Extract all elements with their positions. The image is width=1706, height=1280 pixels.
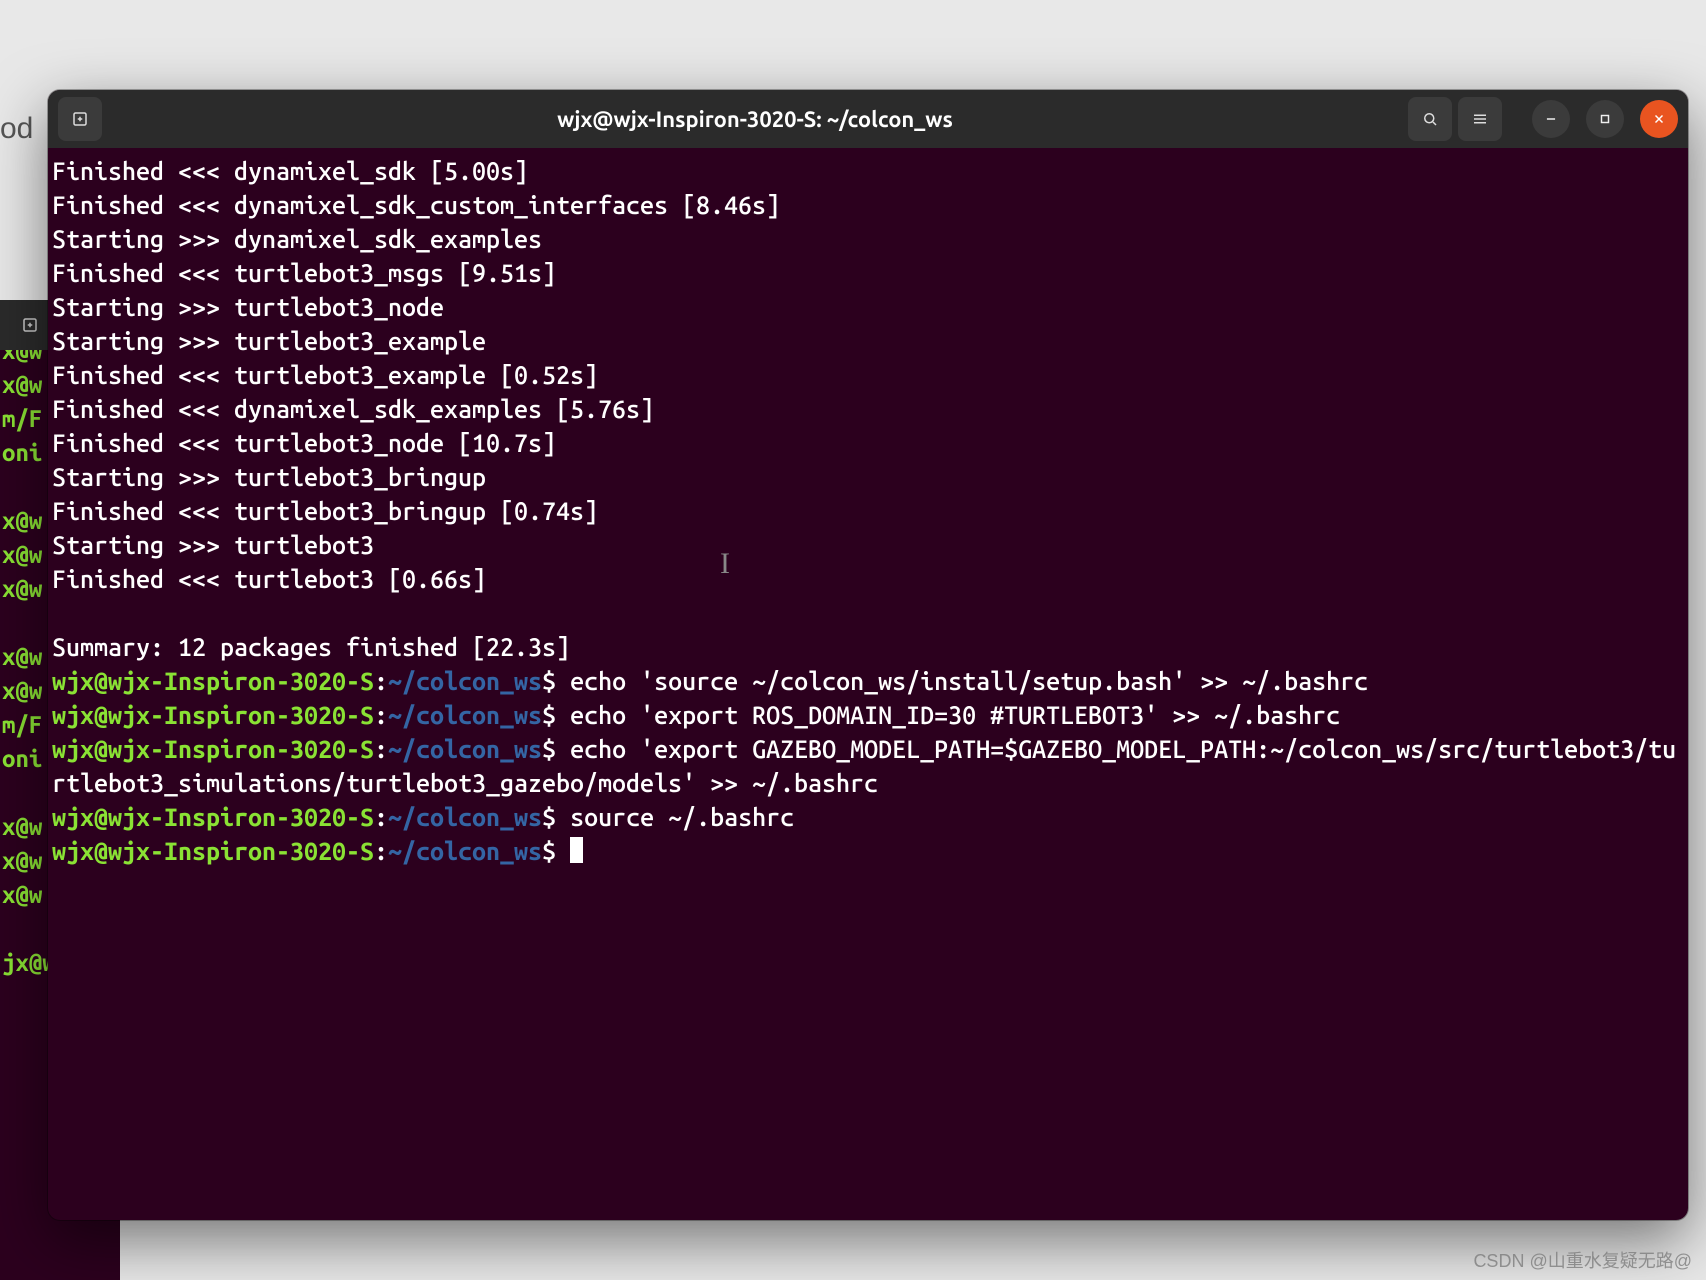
command-text (556, 837, 570, 865)
prompt-user-host: wjx@wjx-Inspiron-3020-S (52, 735, 374, 763)
terminal-line: Finished <<< dynamixel_sdk_examples [5.7… (52, 395, 654, 423)
command-text: echo 'source ~/colcon_ws/install/setup.b… (556, 667, 1368, 695)
terminal-line: Starting >>> turtlebot3_node (52, 293, 444, 321)
bg-fragment: x@w (2, 575, 42, 602)
prompt-dollar: $ (542, 803, 556, 831)
prompt-sep: : (374, 667, 388, 695)
bg-fragment: x@w (2, 677, 42, 704)
close-icon (1652, 112, 1666, 126)
terminal-window: wjx@wjx-Inspiron-3020-S: ~/colcon_ws Fin… (48, 90, 1688, 1220)
prompt-sep: : (374, 803, 388, 831)
menu-button[interactable] (1458, 97, 1502, 141)
close-button[interactable] (1640, 100, 1678, 138)
prompt-sep: : (374, 701, 388, 729)
new-tab-icon (71, 110, 89, 128)
terminal-line: Finished <<< dynamixel_sdk [5.00s] (52, 157, 528, 185)
terminal-line: Finished <<< turtlebot3_example [0.52s] (52, 361, 598, 389)
bg-fragment: x@w (2, 507, 42, 534)
bg-fragment: m/F (2, 711, 42, 738)
bg-fragment: oni (2, 745, 42, 772)
terminal-line: Starting >>> turtlebot3 (52, 531, 374, 559)
terminal-line: Summary: 12 packages finished [22.3s] (52, 633, 570, 661)
prompt-user-host: wjx@wjx-Inspiron-3020-S (52, 667, 374, 695)
prompt-user-host: wjx@wjx-Inspiron-3020-S (52, 837, 374, 865)
prompt-cwd: ~/colcon_ws (388, 701, 542, 729)
terminal-line: Finished <<< turtlebot3_msgs [9.51s] (52, 259, 556, 287)
prompt-user-host: wjx@wjx-Inspiron-3020-S (52, 701, 374, 729)
text-cursor-ibeam: I (720, 547, 730, 581)
terminal-line: Finished <<< turtlebot3_node [10.7s] (52, 429, 556, 457)
prompt-dollar: $ (542, 667, 556, 695)
bg-fragment: oni (2, 439, 42, 466)
window-title: wjx@wjx-Inspiron-3020-S: ~/colcon_ws (108, 107, 1402, 132)
minimize-icon (1544, 112, 1558, 126)
background-text-fragment: od (0, 112, 33, 146)
maximize-button[interactable] (1586, 100, 1624, 138)
terminal-body[interactable]: Finished <<< dynamixel_sdk [5.00s] Finis… (48, 148, 1688, 1220)
prompt-dollar: $ (542, 735, 556, 763)
search-button[interactable] (1408, 97, 1452, 141)
terminal-cursor (570, 837, 583, 863)
new-tab-icon (21, 316, 39, 334)
window-titlebar: wjx@wjx-Inspiron-3020-S: ~/colcon_ws (48, 90, 1688, 148)
command-text: echo 'export ROS_DOMAIN_ID=30 #TURTLEBOT… (556, 701, 1340, 729)
prompt-dollar: $ (542, 701, 556, 729)
terminal-line: Starting >>> turtlebot3_bringup (52, 463, 486, 491)
terminal-line: Starting >>> dynamixel_sdk_examples (52, 225, 542, 253)
bg-fragment: x@w (2, 847, 42, 874)
prompt-cwd: ~/colcon_ws (388, 667, 542, 695)
command-text: source ~/.bashrc (556, 803, 794, 831)
maximize-icon (1598, 112, 1612, 126)
bg-fragment: x@w (2, 813, 42, 840)
prompt-sep: : (374, 837, 388, 865)
terminal-line: Finished <<< turtlebot3_bringup [0.74s] (52, 497, 598, 525)
minimize-button[interactable] (1532, 100, 1570, 138)
prompt-cwd: ~/colcon_ws (388, 735, 542, 763)
prompt-user-host: wjx@wjx-Inspiron-3020-S (52, 803, 374, 831)
terminal-line: Finished <<< dynamixel_sdk_custom_interf… (52, 191, 780, 219)
new-tab-button[interactable] (58, 97, 102, 141)
bg-fragment: x@w (2, 643, 42, 670)
bg-fragment: x@w (2, 541, 42, 568)
bg-fragment: m/F (2, 405, 42, 432)
terminal-line: Finished <<< turtlebot3 [0.66s] (52, 565, 486, 593)
bg-fragment: x@w (2, 371, 42, 398)
prompt-cwd: ~/colcon_ws (388, 837, 542, 865)
prompt-dollar: $ (542, 837, 556, 865)
prompt-sep: : (374, 735, 388, 763)
search-icon (1421, 110, 1439, 128)
csdn-watermark: CSDN @山重水复疑无路@ (1473, 1247, 1692, 1273)
prompt-cwd: ~/colcon_ws (388, 803, 542, 831)
terminal-line: Starting >>> turtlebot3_example (52, 327, 486, 355)
hamburger-icon (1471, 110, 1489, 128)
bg-fragment: x@w (2, 881, 42, 908)
